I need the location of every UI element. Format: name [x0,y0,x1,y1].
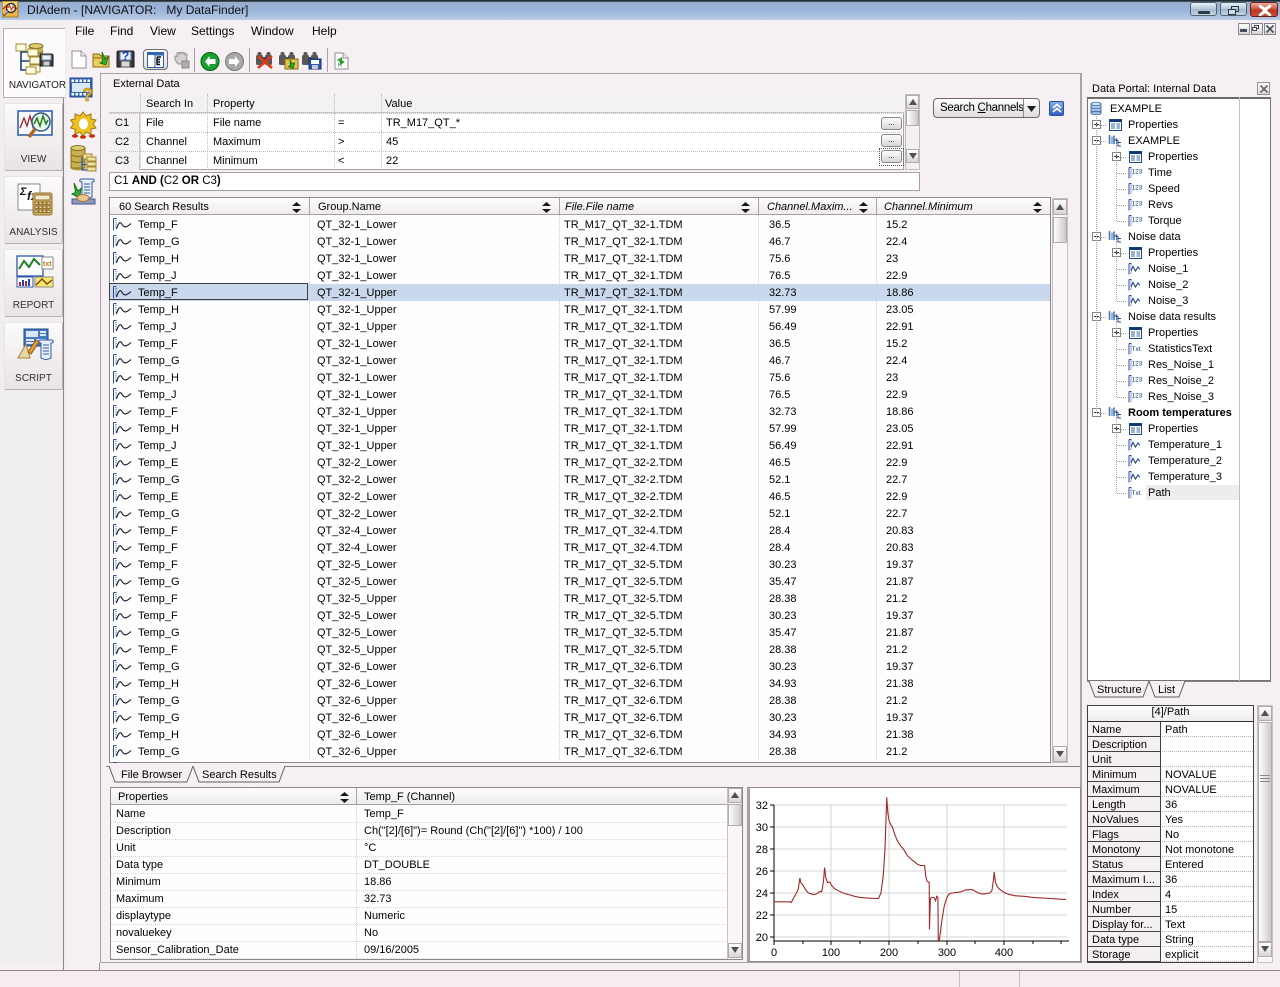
svg-text:200: 200 [880,947,898,959]
svg-text:Σ: Σ [19,186,27,198]
svg-text:28: 28 [756,844,768,856]
svg-text:txt: txt [43,261,52,268]
svg-text:123: 123 [1132,185,1143,192]
svg-text:Txt: Txt [1132,346,1141,353]
svg-text:123: 123 [1132,201,1143,208]
svg-text:R: R [338,63,343,69]
svg-text:20: 20 [756,932,768,944]
svg-text:?: ? [122,50,129,63]
svg-text:123: 123 [1132,169,1143,176]
svg-text:22: 22 [756,910,768,922]
svg-text:?: ? [82,85,93,103]
svg-text:300: 300 [938,947,956,959]
svg-text:Txt: Txt [1132,490,1141,497]
svg-text:26: 26 [756,866,768,878]
svg-text:123: 123 [1132,377,1143,384]
svg-text:30: 30 [756,822,768,834]
svg-text:100: 100 [822,947,840,959]
svg-text:400: 400 [995,947,1013,959]
svg-text:0: 0 [771,947,777,959]
svg-text:32: 32 [756,800,768,812]
svg-text:123: 123 [1132,361,1143,368]
svg-text:123: 123 [1132,393,1143,400]
svg-text:123: 123 [1132,217,1143,224]
svg-text:24: 24 [756,888,768,900]
